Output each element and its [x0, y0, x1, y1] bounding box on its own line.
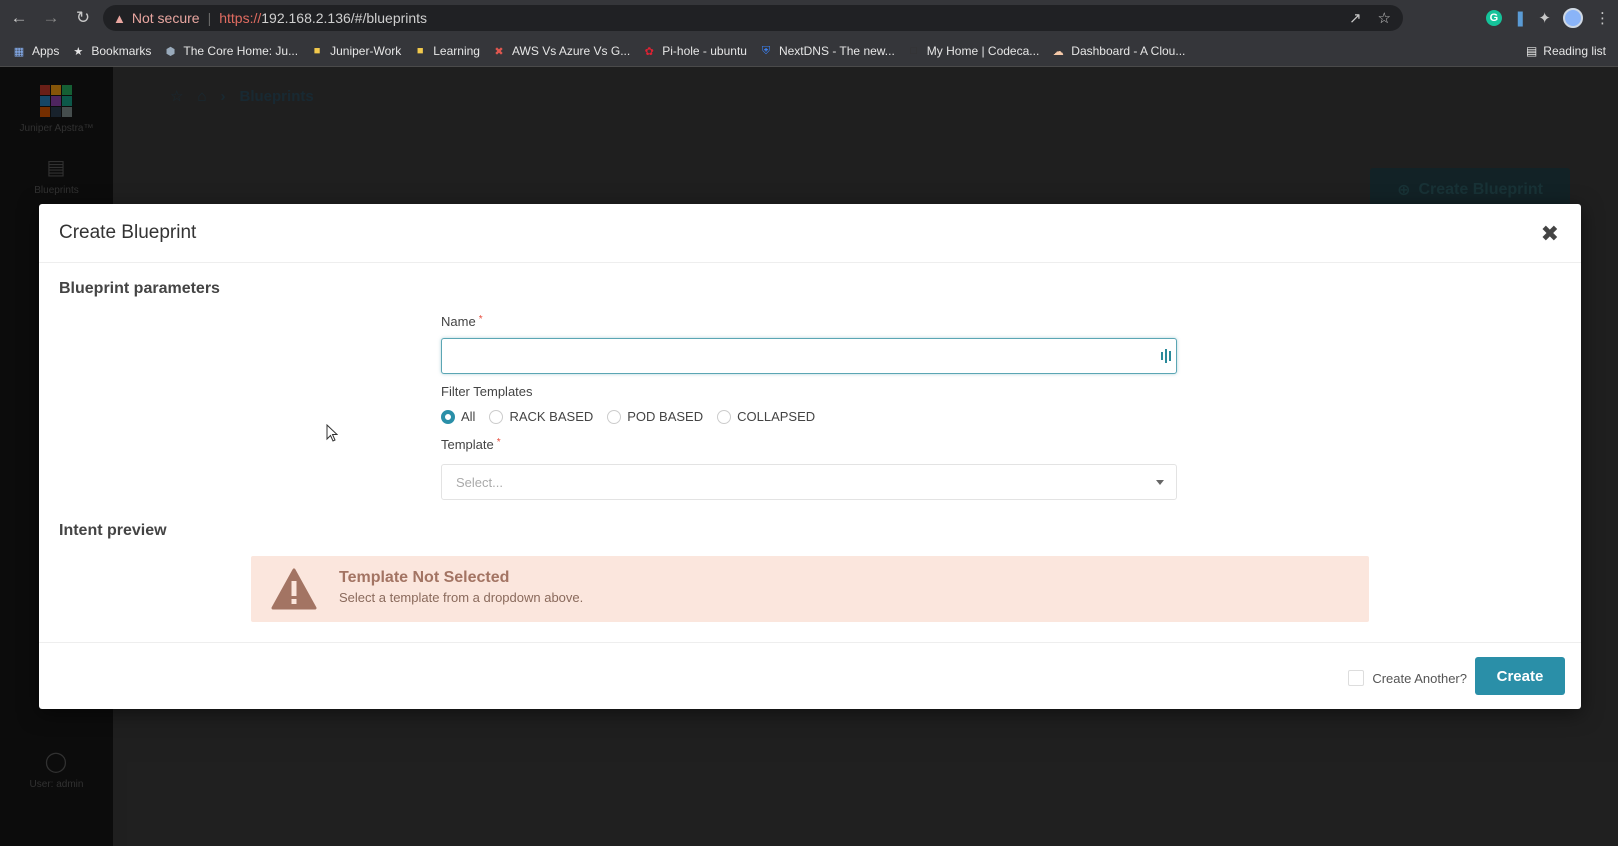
browser-menu-icon[interactable]: ⋮	[1595, 9, 1610, 27]
site-icon: ✿	[644, 45, 654, 58]
bookmark-pihole[interactable]: ✿ Pi-hole - ubuntu	[642, 44, 747, 58]
chevron-down-icon	[1156, 480, 1164, 485]
bookmark-juniper-work[interactable]: ■ Juniper-Work	[310, 44, 401, 58]
bookmark-bookmarks[interactable]: ★ Bookmarks	[71, 44, 151, 58]
create-another-label: Create Another?	[1372, 670, 1467, 686]
filter-templates-label: Filter Templates	[441, 384, 533, 399]
alert-message: Select a template from a dropdown above.	[339, 590, 584, 605]
reading-list-label: Reading list	[1543, 44, 1606, 58]
modal-header: Create Blueprint ✖	[39, 204, 1581, 263]
radio-collapsed[interactable]: COLLAPSED	[717, 409, 815, 424]
bookmark-nextdns[interactable]: ⛨ NextDNS - The new...	[759, 44, 895, 58]
profile-avatar-icon[interactable]	[1563, 8, 1583, 28]
reading-list-icon: ▤	[1525, 44, 1538, 58]
radio-indicator	[489, 409, 504, 424]
apstra-extension-icon[interactable]: ❚	[1514, 9, 1527, 27]
bookmark-label: The Core Home: Ju...	[183, 44, 299, 58]
template-label: Template *	[441, 437, 501, 452]
template-placeholder: Select...	[456, 474, 503, 490]
share-icon[interactable]: ↗	[1349, 9, 1362, 27]
bookmark-core-home[interactable]: ⬢ The Core Home: Ju...	[163, 44, 299, 58]
cloud-icon: ☁	[1052, 45, 1064, 58]
close-icon[interactable]: ✖	[1541, 221, 1559, 247]
apps-grid-icon: ▦	[13, 45, 25, 58]
browser-toolbar: ← → ↻ ▲ Not secure | https:// 192.168.2.…	[0, 0, 1618, 36]
mouse-cursor-icon	[326, 424, 338, 442]
name-label-text: Name	[441, 314, 476, 329]
bookmark-label: Dashboard - A Clou...	[1071, 44, 1186, 58]
reload-icon[interactable]: ↻	[70, 5, 96, 31]
bookmark-codecademy[interactable]: □ My Home | Codeca...	[907, 44, 1040, 58]
create-button[interactable]: Create	[1475, 657, 1565, 695]
forward-icon[interactable]: →	[38, 5, 64, 31]
create-another-checkbox[interactable]: Create Another?	[1348, 670, 1467, 686]
radio-label: COLLAPSED	[737, 409, 816, 424]
site-icon: ⬢	[165, 45, 176, 58]
reading-list[interactable]: ▤ Reading list	[1526, 36, 1606, 66]
bookmark-label: NextDNS - The new...	[778, 44, 895, 58]
folder-icon: ■	[313, 45, 321, 57]
filter-templates-radio-group: All RACK BASED POD BASED COLLAPSED	[441, 409, 829, 424]
modal-title: Create Blueprint	[59, 222, 197, 243]
modal-footer: Create Another? Create	[39, 642, 1581, 710]
extensions-puzzle-icon[interactable]: ✦	[1538, 9, 1551, 27]
password-manager-icon[interactable]	[1161, 348, 1173, 364]
template-not-selected-alert: Template Not Selected Select a template …	[251, 556, 1369, 622]
bookmark-label: AWS Vs Azure Vs G...	[511, 44, 631, 58]
radio-label: POD BASED	[627, 409, 704, 424]
warning-triangle-icon	[271, 568, 317, 610]
url-text: 192.168.2.136/#/blueprints	[261, 10, 428, 26]
bookmark-star-icon[interactable]: ☆	[1378, 9, 1391, 27]
bookmark-apps[interactable]: ▦ Apps	[12, 44, 60, 58]
radio-all[interactable]: All	[441, 409, 475, 424]
name-label: Name *	[441, 314, 483, 329]
security-label: Not secure	[131, 10, 200, 26]
radio-label: All	[461, 409, 476, 424]
radio-pod-based[interactable]: POD BASED	[607, 409, 703, 424]
required-mark: *	[496, 437, 501, 448]
section-intent-preview: Intent preview	[59, 522, 167, 539]
bookmark-dashboard[interactable]: ☁ Dashboard - A Clou...	[1051, 44, 1186, 58]
radio-rack-based[interactable]: RACK BASED	[489, 409, 593, 424]
checkbox-box[interactable]	[1348, 670, 1365, 686]
star-icon: ★	[73, 45, 84, 58]
grammarly-extension-icon[interactable]: G	[1485, 10, 1502, 26]
create-blueprint-modal: Create Blueprint ✖ Blueprint parameters …	[39, 204, 1581, 709]
bookmark-label: Bookmarks	[91, 44, 152, 58]
address-separator: |	[207, 10, 212, 26]
radio-label: RACK BASED	[509, 409, 594, 424]
section-blueprint-parameters: Blueprint parameters	[59, 280, 220, 297]
address-bar[interactable]: ▲ Not secure | https:// 192.168.2.136/#/…	[103, 5, 1403, 31]
alert-title: Template Not Selected	[339, 569, 510, 586]
shield-icon: ⛨	[761, 44, 771, 57]
site-icon: □	[910, 45, 918, 57]
template-select[interactable]: Select...	[441, 464, 1177, 500]
bookmark-label: Apps	[32, 44, 60, 58]
url-scheme: https://	[219, 10, 262, 26]
bookmark-label: Pi-hole - ubuntu	[662, 44, 747, 58]
bookmarks-bar: ▦ Apps ★ Bookmarks ⬢ The Core Home: Ju..…	[0, 36, 1618, 67]
bookmark-label: My Home | Codeca...	[926, 44, 1040, 58]
radio-indicator	[607, 409, 622, 424]
bookmark-learning[interactable]: ■ Learning	[413, 44, 480, 58]
bookmark-aws-azure[interactable]: ✖ AWS Vs Azure Vs G...	[492, 44, 630, 58]
site-icon: ✖	[494, 45, 504, 58]
template-label-text: Template	[441, 437, 494, 452]
folder-icon: ■	[416, 45, 424, 57]
bookmark-label: Juniper-Work	[330, 44, 402, 58]
radio-indicator	[441, 409, 455, 424]
bookmark-label: Learning	[433, 44, 480, 58]
required-mark: *	[478, 314, 483, 325]
warning-icon: ▲	[113, 10, 126, 26]
name-input[interactable]	[441, 338, 1177, 374]
back-icon[interactable]: ←	[6, 5, 32, 31]
radio-indicator	[717, 409, 732, 424]
